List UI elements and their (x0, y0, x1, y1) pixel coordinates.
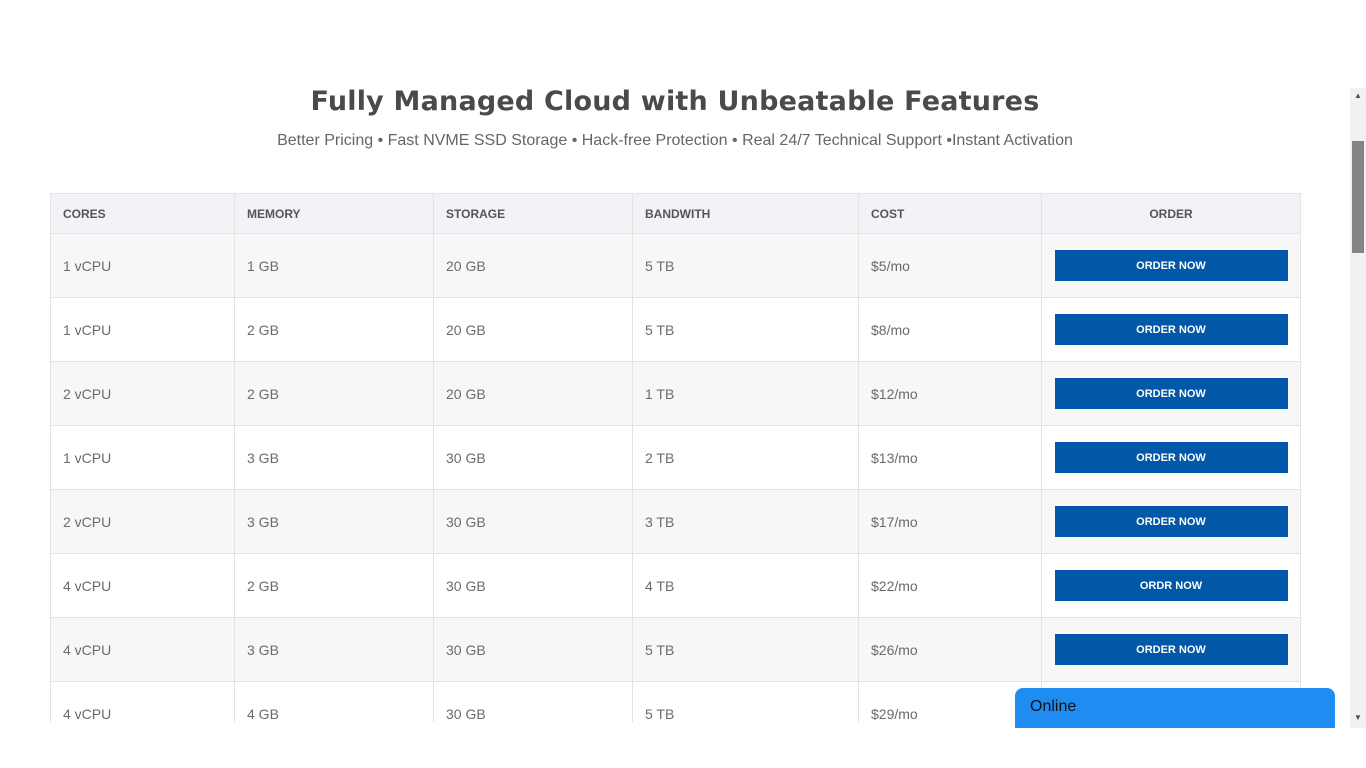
cell-storage: 30 GB (433, 489, 633, 554)
cell-cores: 4 vCPU (50, 681, 235, 722)
cell-memory: 3 GB (234, 489, 434, 554)
cell-bandwidth: 5 TB (632, 233, 859, 298)
scrollbar-thumb[interactable] (1352, 141, 1364, 253)
live-chat-widget[interactable]: Online (1015, 688, 1335, 728)
table-row: 2 vCPU 3 GB 30 GB 3 TB $17/mo ORDER NOW (50, 489, 1301, 554)
table-row: 4 vCPU 3 GB 30 GB 5 TB $26/mo ORDER NOW (50, 617, 1301, 682)
column-header-order: ORDER (1041, 193, 1301, 234)
cell-memory: 2 GB (234, 361, 434, 426)
cell-bandwidth: 5 TB (632, 617, 859, 682)
column-header-bandwidth: BANDWITH (632, 193, 859, 234)
cell-bandwidth: 2 TB (632, 425, 859, 490)
cell-memory: 2 GB (234, 297, 434, 362)
page-viewport: Fully Managed Cloud with Unbeatable Feat… (0, 0, 1350, 722)
cell-order: ORDER NOW (1041, 297, 1301, 362)
cell-cores: 1 vCPU (50, 297, 235, 362)
cell-cost: $22/mo (858, 553, 1042, 618)
order-now-button[interactable]: ORDER NOW (1054, 634, 1288, 665)
cell-bandwidth: 5 TB (632, 681, 859, 722)
cell-storage: 20 GB (433, 233, 633, 298)
cell-storage: 30 GB (433, 553, 633, 618)
cell-cost: $5/mo (858, 233, 1042, 298)
cell-storage: 20 GB (433, 297, 633, 362)
cell-bandwidth: 4 TB (632, 553, 859, 618)
cell-order: ORDER NOW (1041, 617, 1301, 682)
table-header-row: CORES MEMORY STORAGE BANDWITH COST ORDER (50, 193, 1301, 234)
cell-memory: 3 GB (234, 425, 434, 490)
cell-cores: 2 vCPU (50, 489, 235, 554)
page-title: Fully Managed Cloud with Unbeatable Feat… (310, 86, 1040, 117)
cell-memory: 1 GB (234, 233, 434, 298)
scroll-down-arrow-icon[interactable]: ▼ (1350, 710, 1366, 726)
cell-order: ORDER NOW (1041, 233, 1301, 298)
column-header-cost: COST (858, 193, 1042, 234)
cell-memory: 2 GB (234, 553, 434, 618)
scroll-up-arrow-icon[interactable]: ▲ (1350, 88, 1366, 104)
column-header-cores: CORES (50, 193, 235, 234)
cell-cores: 4 vCPU (50, 617, 235, 682)
order-now-button[interactable]: ORDR NOW (1054, 570, 1288, 601)
order-now-button[interactable]: ORDER NOW (1054, 250, 1288, 281)
order-now-button[interactable]: ORDER NOW (1054, 314, 1288, 345)
cell-cost: $13/mo (858, 425, 1042, 490)
table-row: 4 vCPU 2 GB 30 GB 4 TB $22/mo ORDR NOW (50, 553, 1301, 618)
cell-cores: 1 vCPU (50, 233, 235, 298)
cell-cost: $8/mo (858, 297, 1042, 362)
cell-storage: 30 GB (433, 681, 633, 722)
cell-order: ORDR NOW (1041, 553, 1301, 618)
bottom-strip (0, 722, 1366, 768)
cell-memory: 4 GB (234, 681, 434, 722)
cell-cost: $17/mo (858, 489, 1042, 554)
page-scrollbar[interactable]: ▲ ▼ (1350, 88, 1366, 728)
cell-bandwidth: 1 TB (632, 361, 859, 426)
table-row: 1 vCPU 2 GB 20 GB 5 TB $8/mo ORDER NOW (50, 297, 1301, 362)
page-subtitle: Better Pricing • Fast NVME SSD Storage •… (277, 132, 1073, 149)
cell-cost: $12/mo (858, 361, 1042, 426)
cell-bandwidth: 5 TB (632, 297, 859, 362)
cell-memory: 3 GB (234, 617, 434, 682)
cell-bandwidth: 3 TB (632, 489, 859, 554)
column-header-memory: MEMORY (234, 193, 434, 234)
table-row: 1 vCPU 1 GB 20 GB 5 TB $5/mo ORDER NOW (50, 233, 1301, 298)
table-row: 2 vCPU 2 GB 20 GB 1 TB $12/mo ORDER NOW (50, 361, 1301, 426)
order-now-button[interactable]: ORDER NOW (1054, 442, 1288, 473)
cell-cores: 1 vCPU (50, 425, 235, 490)
order-now-button[interactable]: ORDER NOW (1054, 506, 1288, 537)
cell-storage: 20 GB (433, 361, 633, 426)
cell-storage: 30 GB (433, 425, 633, 490)
table-row: 1 vCPU 3 GB 30 GB 2 TB $13/mo ORDER NOW (50, 425, 1301, 490)
cell-cost: $26/mo (858, 617, 1042, 682)
cell-order: ORDER NOW (1041, 361, 1301, 426)
cell-order: ORDER NOW (1041, 489, 1301, 554)
cell-order: ORDER NOW (1041, 425, 1301, 490)
pricing-table: CORES MEMORY STORAGE BANDWITH COST ORDER… (50, 193, 1301, 722)
cell-cores: 2 vCPU (50, 361, 235, 426)
cell-storage: 30 GB (433, 617, 633, 682)
column-header-storage: STORAGE (433, 193, 633, 234)
order-now-button[interactable]: ORDER NOW (1054, 378, 1288, 409)
cell-cores: 4 vCPU (50, 553, 235, 618)
